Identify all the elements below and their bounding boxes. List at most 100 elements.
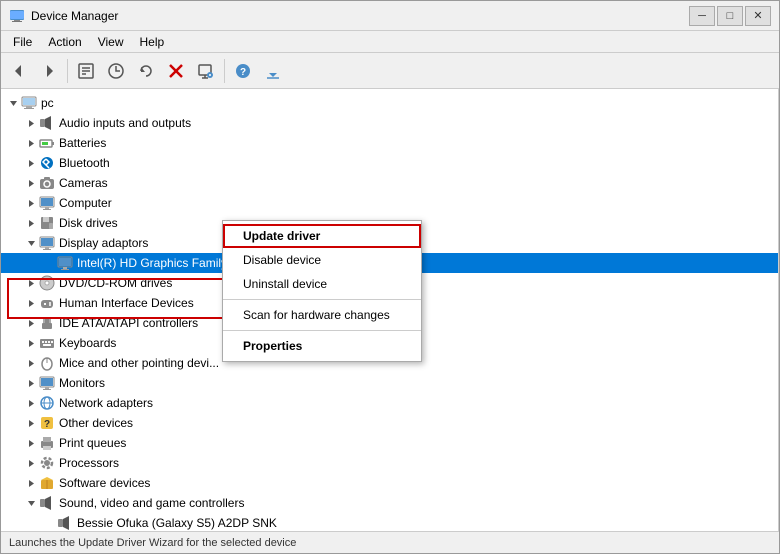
window-icon — [9, 8, 25, 24]
item-label-print: Print queues — [59, 436, 126, 450]
item-label-computer: Computer — [59, 196, 112, 210]
help-toolbar-button[interactable]: ? — [229, 57, 257, 85]
tree-item-processors[interactable]: Processors — [1, 453, 778, 473]
expand-btn-disk[interactable] — [23, 215, 39, 231]
menu-help[interactable]: Help — [132, 33, 173, 51]
item-icon-software — [39, 475, 55, 491]
context-menu-item-scan[interactable]: Scan for hardware changes — [223, 303, 421, 327]
tree-item-cameras[interactable]: Cameras — [1, 173, 778, 193]
context-menu-item-uninstall[interactable]: Uninstall device — [223, 272, 421, 296]
menu-action[interactable]: Action — [40, 33, 89, 51]
svg-text:?: ? — [240, 67, 246, 78]
scan-toolbar-button[interactable] — [192, 57, 220, 85]
menu-view[interactable]: View — [90, 33, 132, 51]
status-text: Launches the Update Driver Wizard for th… — [9, 537, 296, 549]
tree-item-software[interactable]: Software devices — [1, 473, 778, 493]
tree-item-pc[interactable]: pc — [1, 93, 778, 113]
tree-item-print[interactable]: Print queues — [1, 433, 778, 453]
expand-btn-display[interactable] — [23, 235, 39, 251]
toolbar-sep-2 — [224, 59, 225, 83]
expand-btn-computer[interactable] — [23, 195, 39, 211]
close-button[interactable]: ✕ — [745, 6, 771, 26]
device-manager-window: Device Manager ─ □ ✕ File Action View He… — [0, 0, 780, 554]
context-menu-item-disable[interactable]: Disable device — [223, 248, 421, 272]
update-button[interactable] — [102, 57, 130, 85]
item-icon-keyboards — [39, 335, 55, 351]
title-bar: Device Manager ─ □ ✕ — [1, 1, 779, 31]
item-label-sound: Sound, video and game controllers — [59, 496, 244, 510]
item-icon-network — [39, 395, 55, 411]
context-menu-item-properties[interactable]: Properties — [223, 334, 421, 358]
expand-btn-pc[interactable] — [5, 95, 21, 111]
maximize-button[interactable]: □ — [717, 6, 743, 26]
tree-item-computer[interactable]: Computer — [1, 193, 778, 213]
tree-item-sound[interactable]: Sound, video and game controllers — [1, 493, 778, 513]
expand-btn-intel[interactable] — [41, 255, 57, 271]
item-icon-cameras — [39, 175, 55, 191]
uninstall-toolbar-button[interactable] — [162, 57, 190, 85]
expand-btn-bluetooth[interactable] — [23, 155, 39, 171]
toolbar-sep-1 — [67, 59, 68, 83]
download-button[interactable] — [259, 57, 287, 85]
item-label-pc: pc — [41, 96, 54, 110]
properties-button[interactable] — [72, 57, 100, 85]
minimize-button[interactable]: ─ — [689, 6, 715, 26]
context-menu-sep-sep2 — [223, 330, 421, 331]
tree-item-bessie1[interactable]: Bessie Ofuka (Galaxy S5) A2DP SNK — [1, 513, 778, 531]
tree-item-monitors[interactable]: Monitors — [1, 373, 778, 393]
expand-btn-keyboards[interactable] — [23, 335, 39, 351]
expand-btn-batteries[interactable] — [23, 135, 39, 151]
expand-btn-monitors[interactable] — [23, 375, 39, 391]
expand-btn-dvd[interactable] — [23, 275, 39, 291]
tree-item-audio[interactable]: Audio inputs and outputs — [1, 113, 778, 133]
toolbar: ? — [1, 53, 779, 89]
svg-text:?: ? — [44, 419, 50, 430]
expand-btn-audio[interactable] — [23, 115, 39, 131]
item-icon-disk — [39, 215, 55, 231]
item-icon-print — [39, 435, 55, 451]
expand-btn-other[interactable] — [23, 415, 39, 431]
rollback-button[interactable] — [132, 57, 160, 85]
tree-item-other[interactable]: ? Other devices — [1, 413, 778, 433]
expand-btn-ide[interactable] — [23, 315, 39, 331]
item-icon-other: ? — [39, 415, 55, 431]
tree-item-network[interactable]: Network adapters — [1, 393, 778, 413]
title-bar-controls: ─ □ ✕ — [689, 6, 771, 26]
expand-btn-cameras[interactable] — [23, 175, 39, 191]
item-label-intel: Intel(R) HD Graphics Family — [77, 256, 227, 270]
expand-btn-processors[interactable] — [23, 455, 39, 471]
item-label-batteries: Batteries — [59, 136, 106, 150]
expand-btn-sound[interactable] — [23, 495, 39, 511]
expand-btn-hid[interactable] — [23, 295, 39, 311]
expand-btn-software[interactable] — [23, 475, 39, 491]
item-label-disk: Disk drives — [59, 216, 118, 230]
tree-item-bluetooth[interactable]: Bluetooth — [1, 153, 778, 173]
item-icon-processors — [39, 455, 55, 471]
menu-file[interactable]: File — [5, 33, 40, 51]
item-label-monitors: Monitors — [59, 376, 105, 390]
forward-button[interactable] — [35, 57, 63, 85]
expand-btn-bessie1[interactable] — [41, 515, 57, 531]
item-icon-pc — [21, 95, 37, 111]
back-button[interactable] — [5, 57, 33, 85]
tree-item-batteries[interactable]: Batteries — [1, 133, 778, 153]
item-icon-hid — [39, 295, 55, 311]
item-icon-intel — [57, 255, 73, 271]
item-label-display: Display adaptors — [59, 236, 148, 250]
item-label-software: Software devices — [59, 476, 150, 490]
expand-btn-mice[interactable] — [23, 355, 39, 371]
context-menu-item-update[interactable]: Update driver — [223, 224, 421, 248]
context-menu: Update driverDisable deviceUninstall dev… — [222, 220, 422, 362]
item-icon-computer — [39, 195, 55, 211]
item-label-bessie1: Bessie Ofuka (Galaxy S5) A2DP SNK — [77, 516, 277, 530]
item-label-other: Other devices — [59, 416, 133, 430]
item-label-network: Network adapters — [59, 396, 153, 410]
expand-btn-print[interactable] — [23, 435, 39, 451]
expand-btn-network[interactable] — [23, 395, 39, 411]
item-icon-mice — [39, 355, 55, 371]
item-label-ide: IDE ATA/ATAPI controllers — [59, 316, 198, 330]
item-icon-dvd — [39, 275, 55, 291]
item-icon-bessie1 — [57, 515, 73, 531]
context-menu-sep-sep1 — [223, 299, 421, 300]
item-label-cameras: Cameras — [59, 176, 108, 190]
